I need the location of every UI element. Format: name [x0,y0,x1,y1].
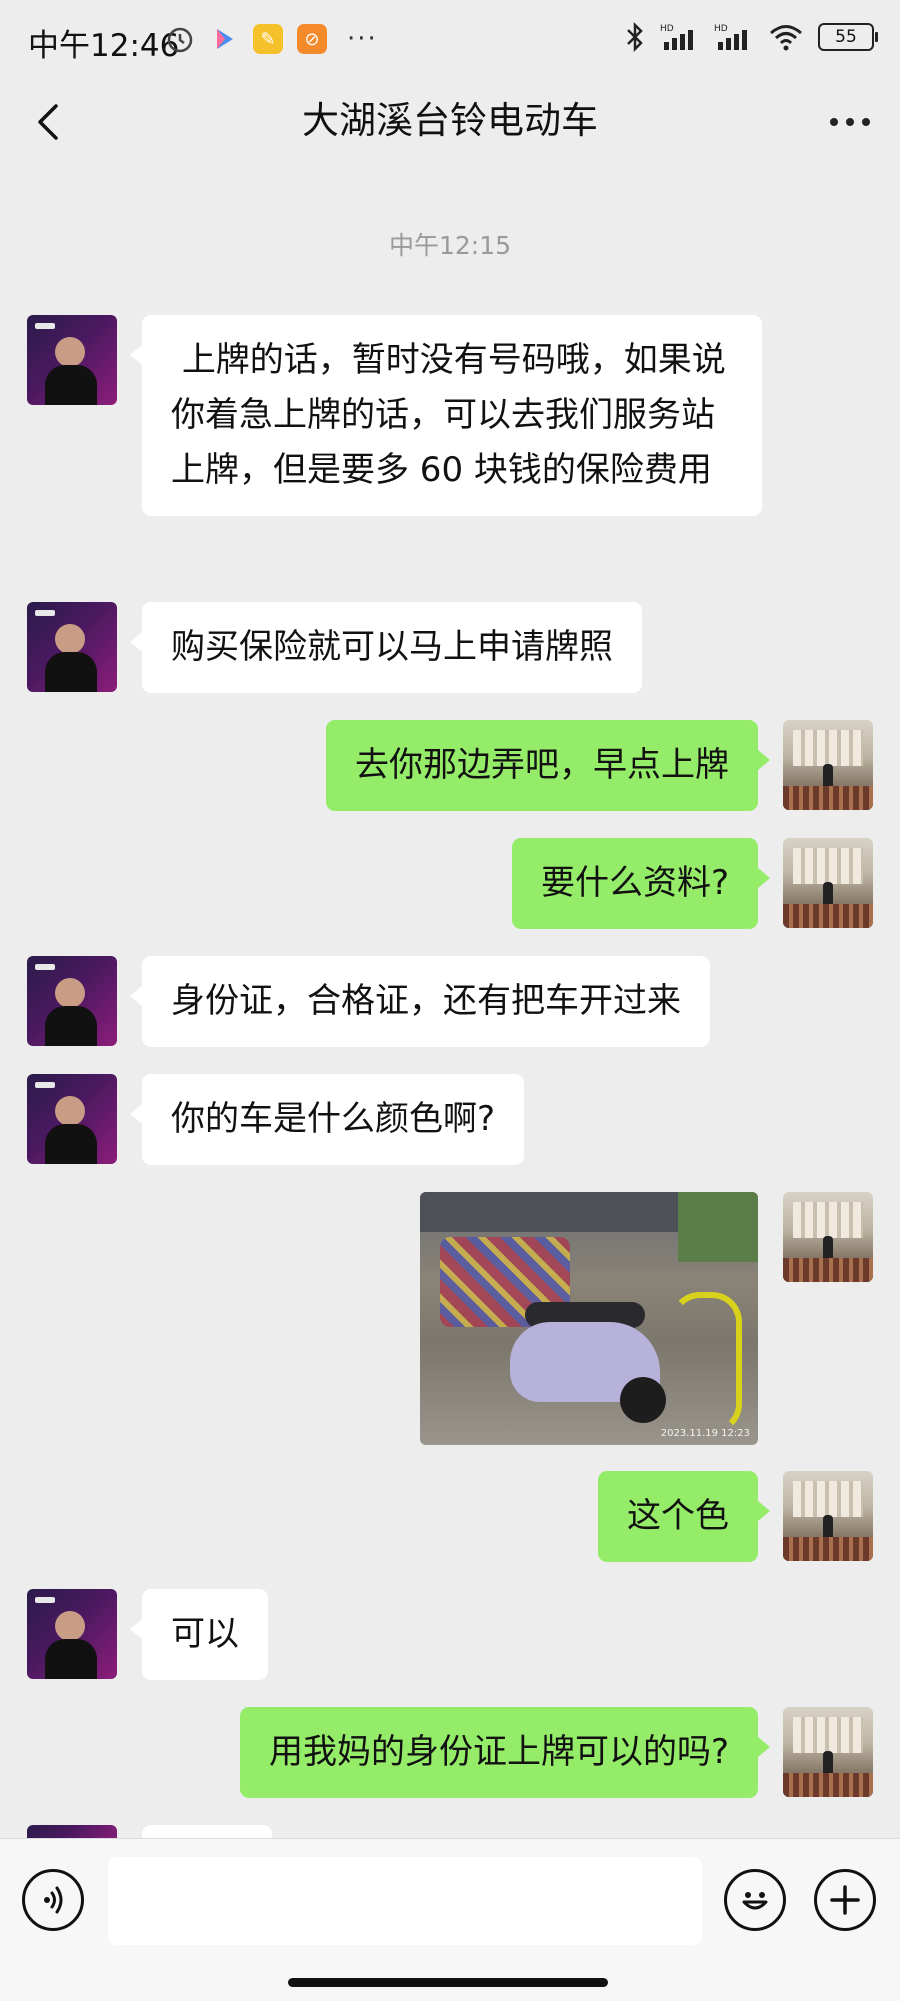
avatar-flowers [783,1773,873,1797]
status-more: ··· [347,24,378,54]
avatar-flowers [783,1258,873,1282]
wifi-icon [770,25,802,51]
battery-icon: 55 [818,23,878,51]
avatar-torso [45,365,97,405]
svg-text:HD: HD [660,24,674,34]
photo-timestamp: 2023.11.19 12:23 [660,1428,750,1439]
photo-hose [670,1292,742,1434]
emoji-icon [742,1892,768,1910]
avatar-logo [35,610,55,616]
avatar-building [793,1202,863,1238]
status-time: 中午12:46 [28,28,180,64]
home-indicator[interactable] [288,1978,608,1987]
message-bubble[interactable]: 用我妈的身份证上牌可以的吗? [239,1707,771,1798]
my-avatar[interactable] [783,1707,873,1797]
alarm-icon [167,27,193,53]
status-right-icons: HD HD 55 [624,22,878,52]
avatar-face [55,337,85,367]
message-bubble[interactable]: 你的车是什么颜色啊? [129,1074,525,1165]
image-message-scooter-photo[interactable]: 2023.11.19 12:23 [420,1192,758,1445]
avatar-logo [35,323,55,329]
avatar-face [55,624,85,654]
avatar-torso [45,1124,97,1164]
status-bar: 中午12:46 ✎ ⊘ ··· HD HD 55 [0,0,900,80]
avatar-logo [35,964,55,970]
avatar-logo [35,1082,55,1088]
svg-text:HD: HD [714,24,728,34]
contact-avatar[interactable] [27,956,117,1046]
message-bubble[interactable]: 身份证，合格证，还有把车开过来 [130,956,710,1047]
battery-level: 55 [835,27,857,47]
avatar-building [793,1481,863,1517]
more-dots-icon [830,118,870,126]
avatar-building [793,730,863,766]
emoji-button[interactable] [724,1869,786,1931]
avatar-building [793,1717,863,1753]
my-avatar[interactable] [783,838,873,928]
message-input[interactable] [108,1857,702,1945]
app-icon-orange: ⊘ [297,24,327,54]
more-options-button[interactable] [820,92,880,152]
avatar-flowers [783,904,873,928]
avatar-flowers [783,1537,873,1561]
avatar-face [55,978,85,1008]
status-app-icons: ✎ ⊘ ··· [165,24,378,54]
message-bubble[interactable]: 这个色 [598,1471,770,1562]
avatar-torso [45,1006,97,1046]
my-avatar[interactable] [783,1192,873,1282]
message-bubble[interactable]: 去你那边弄吧，早点上牌 [326,720,770,811]
play-icon [217,29,233,49]
signal-hd-icon-2: HD [714,24,747,50]
plus-icon [830,1885,860,1915]
contact-avatar[interactable] [27,315,117,405]
avatar-face [55,1096,85,1126]
avatar-face [55,1611,85,1641]
more-functions-button[interactable] [814,1869,876,1931]
voice-icon [44,1886,63,1914]
message-bubble[interactable]: 上牌的话，暂时没有号码哦，如果说你着急上牌的话，可以去我们服务站上牌，但是要多 … [130,315,762,516]
message-bubble[interactable]: 可以 [130,1589,268,1680]
my-avatar[interactable] [783,720,873,810]
photo-greenery [678,1192,758,1262]
contact-avatar[interactable] [27,602,117,692]
avatar-flowers [783,786,873,810]
avatar-torso [45,1639,97,1679]
contact-avatar[interactable] [27,1589,117,1679]
chat-timestamp: 中午12:15 [388,231,512,260]
avatar-torso [45,652,97,692]
input-bar [0,1838,900,2001]
signal-hd-icon: HD [660,24,693,50]
avatar-building [793,848,863,884]
voice-button[interactable] [22,1869,84,1931]
photo-scooter-wheel [620,1377,666,1423]
chat-header: 大湖溪台铃电动车 [0,80,900,240]
bluetooth-icon [627,22,643,52]
my-avatar[interactable] [783,1471,873,1561]
message-bubble[interactable]: 购买保险就可以马上申请牌照 [130,602,642,693]
chat-title: 大湖溪台铃电动车 [302,99,598,142]
message-bubble[interactable]: 要什么资料? [511,838,771,929]
avatar-logo [35,1597,55,1603]
contact-avatar[interactable] [27,1074,117,1164]
app-icon: ✎ [253,24,283,54]
